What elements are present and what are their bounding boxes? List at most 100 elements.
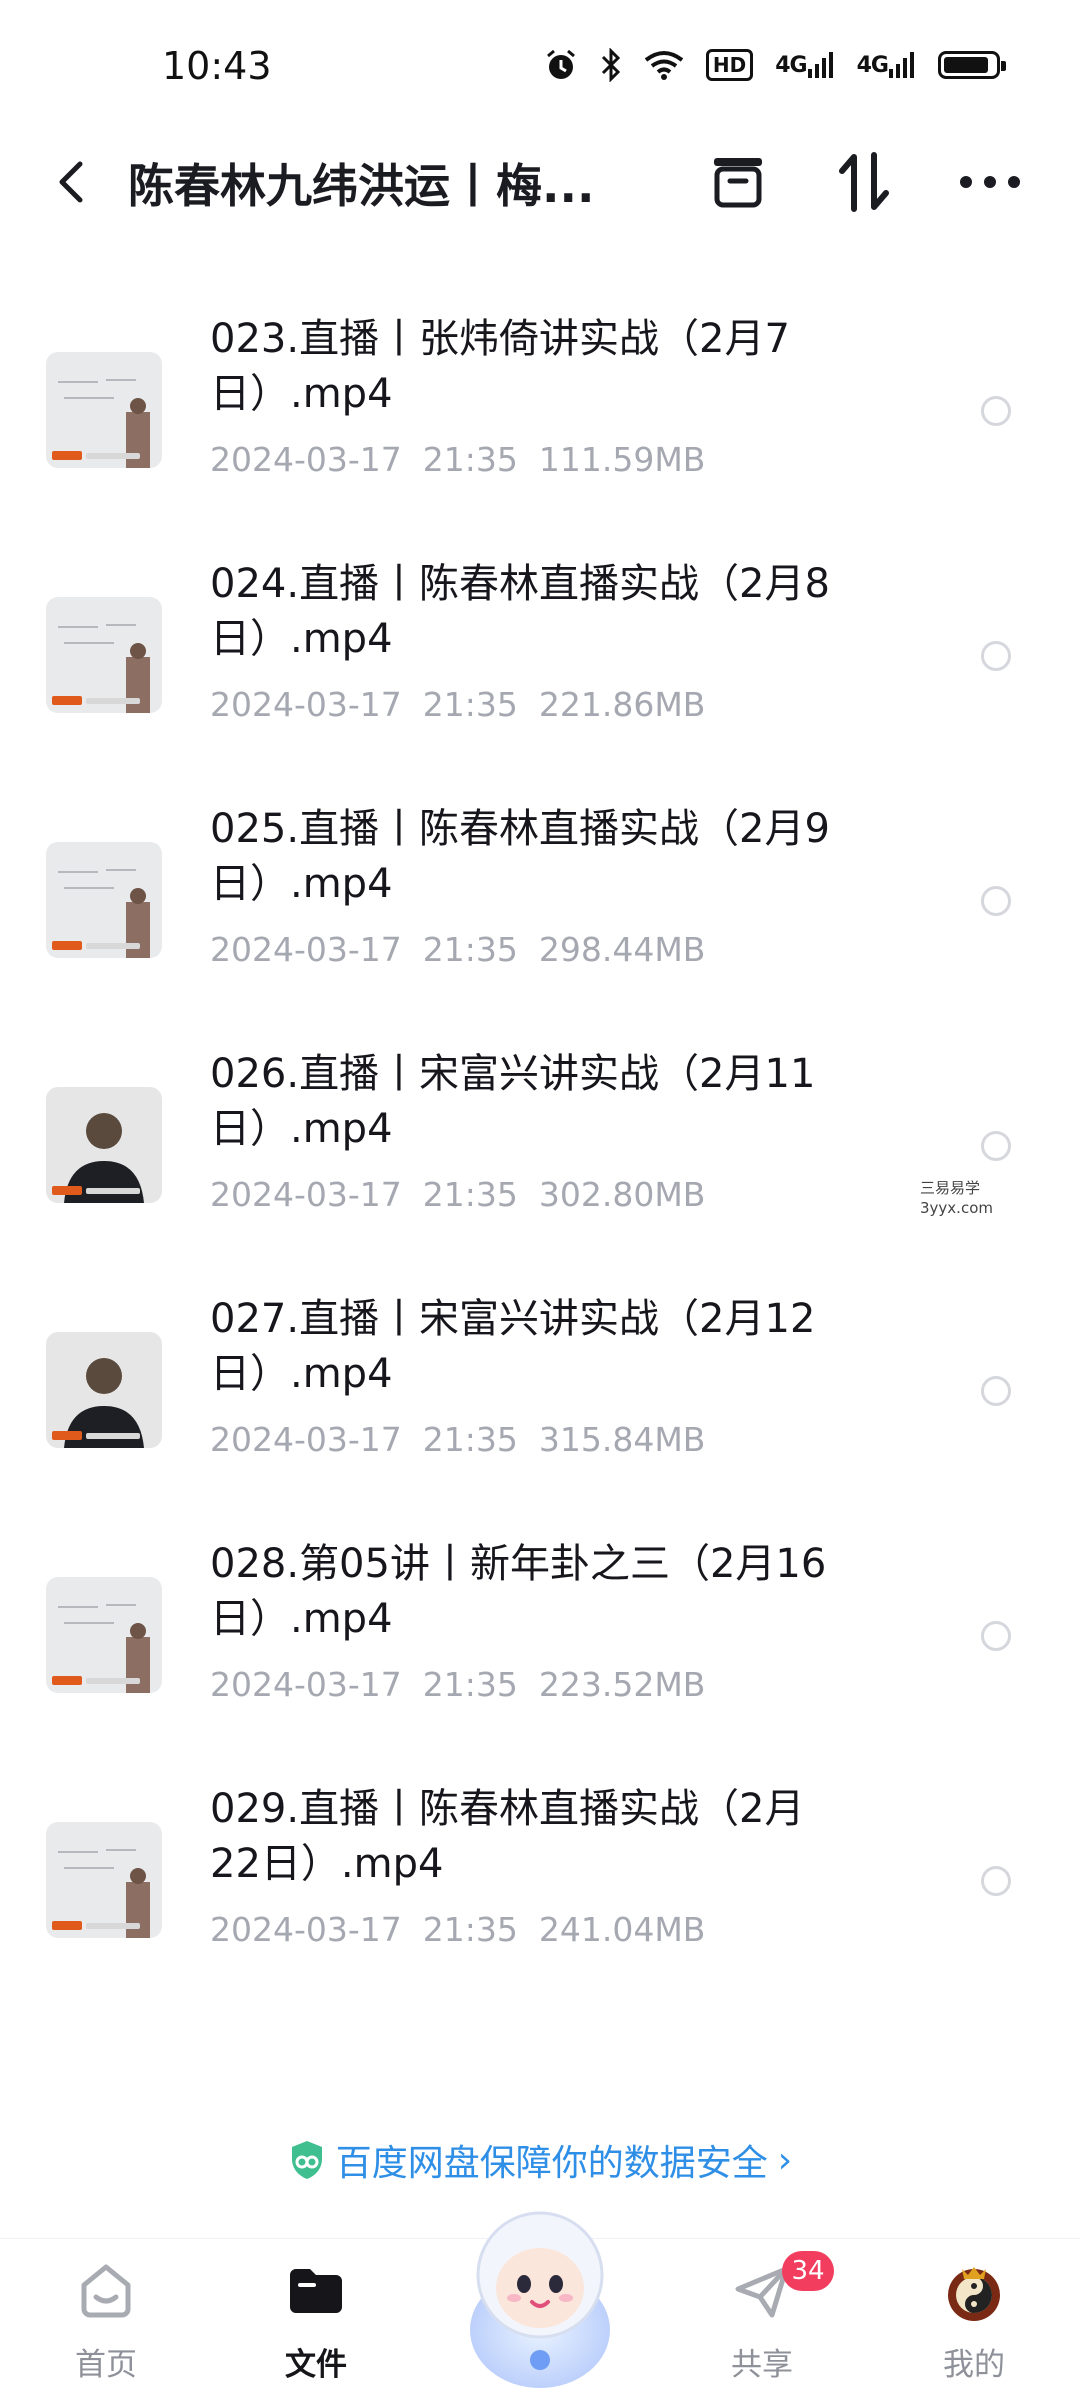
home-icon	[81, 2264, 131, 2318]
status-time: 10:43	[162, 44, 272, 88]
file-name: 025.直播丨陈春林直播实战（2月9日）.mp4	[210, 806, 830, 907]
thumbnail-caption-bar	[86, 1923, 140, 1929]
file-meta: 2024-03-17 21:35 315.84MB	[210, 1420, 705, 1459]
nav-home[interactable]: 首页	[26, 2239, 186, 2401]
thumbnail-caption-bar	[86, 698, 140, 704]
video-thumbnail	[46, 1332, 162, 1448]
file-size: 111.59MB	[538, 440, 706, 479]
thumbnail-caption-tag	[52, 1186, 82, 1195]
more-button[interactable]	[954, 146, 1026, 218]
file-meta: 2024-03-17 21:35 111.59MB	[210, 440, 705, 479]
file-date: 2024-03-17 21:35	[210, 930, 518, 969]
thumbnail-caption-tag	[52, 1921, 82, 1930]
chevron-left-icon	[59, 161, 83, 203]
archive-button[interactable]	[702, 146, 774, 218]
meta-gap	[518, 440, 539, 479]
select-radio[interactable]	[981, 1131, 1011, 1161]
thumbnail-caption-bar	[86, 453, 140, 459]
nav-share-label: 共享	[731, 2347, 793, 2383]
file-name: 024.直播丨陈春林直播实战（2月8日）.mp4	[210, 561, 830, 662]
file-size: 315.84MB	[538, 1420, 706, 1459]
thumbnail-caption-tag	[52, 1431, 82, 1440]
file-meta: 2024-03-17 21:35 223.52MB	[210, 1665, 705, 1704]
select-radio[interactable]	[981, 396, 1011, 426]
video-thumbnail	[46, 352, 162, 468]
file-meta: 2024-03-17 21:35 221.86MB	[210, 685, 705, 724]
video-thumbnail	[46, 842, 162, 958]
file-date: 2024-03-17 21:35	[210, 440, 518, 479]
watermark: 三易易学 3yyx.com	[920, 1178, 993, 1218]
battery-icon	[938, 51, 1006, 79]
file-row[interactable]: 023.直播丨张炜倚讲实战（2月7日）.mp4 2024-03-17 21:35 …	[0, 290, 1080, 535]
more-icon	[960, 176, 1020, 188]
status-icons: HD 4G 4G	[544, 48, 1006, 82]
file-row[interactable]: 026.直播丨宋富兴讲实战（2月11日）.mp4 2024-03-17 21:35…	[0, 1025, 1080, 1270]
file-row[interactable]: 027.直播丨宋富兴讲实战（2月12日）.mp4 2024-03-17 21:35…	[0, 1270, 1080, 1515]
archive-icon	[714, 158, 762, 208]
assistant-mascot-button[interactable]	[430, 2180, 650, 2400]
title-bar: 陈春林九纬洪运丨梅...	[0, 130, 1080, 230]
file-name: 028.第05讲丨新年卦之三（2月16日）.mp4	[210, 1541, 827, 1642]
file-row[interactable]: 025.直播丨陈春林直播实战（2月9日）.mp4 2024-03-17 21:35…	[0, 780, 1080, 1025]
sort-button[interactable]	[828, 146, 900, 218]
watermark-line1: 三易易学	[920, 1179, 981, 1197]
thumbnail-caption-tag	[52, 941, 82, 950]
file-date: 2024-03-17 21:35	[210, 1175, 518, 1214]
select-radio[interactable]	[981, 886, 1011, 916]
file-name: 029.直播丨陈春林直播实战（2月22日）.mp4	[210, 1786, 805, 1887]
meta-gap	[518, 1420, 539, 1459]
back-button[interactable]	[48, 154, 98, 210]
thumbnail-caption-bar	[86, 1678, 140, 1684]
meta-gap	[518, 1665, 539, 1704]
thumbnail-caption-tag	[52, 451, 82, 460]
video-thumbnail	[46, 1577, 162, 1693]
video-thumbnail	[46, 597, 162, 713]
file-size: 221.86MB	[538, 685, 706, 724]
thumbnail-caption-bar	[86, 1188, 140, 1194]
signal-icon: 4G	[775, 51, 834, 79]
chevron-right-icon: ›	[777, 2139, 793, 2181]
video-thumbnail	[46, 1087, 162, 1203]
hd-icon: HD	[705, 49, 754, 81]
file-date: 2024-03-17 21:35	[210, 1665, 518, 1704]
page-title: 陈春林九纬洪运丨梅...	[128, 159, 595, 213]
thumbnail-caption-bar	[86, 943, 140, 949]
file-size: 241.04MB	[538, 1910, 706, 1949]
file-size: 223.52MB	[538, 1665, 706, 1704]
share-badge: 34	[782, 2251, 834, 2291]
file-row[interactable]: 028.第05讲丨新年卦之三（2月16日）.mp4 2024-03-17 21:3…	[0, 1515, 1080, 1760]
sort-icon	[839, 152, 889, 212]
wifi-icon	[644, 50, 684, 80]
file-row[interactable]: 024.直播丨陈春林直播实战（2月8日）.mp4 2024-03-17 21:35…	[0, 535, 1080, 780]
select-radio[interactable]	[981, 641, 1011, 671]
nav-files[interactable]: 文件	[236, 2239, 396, 2401]
file-size: 302.80MB	[538, 1175, 706, 1214]
nav-mine-label: 我的	[943, 2347, 1005, 2383]
meta-gap	[518, 930, 539, 969]
thumbnail-caption-tag	[52, 1676, 82, 1685]
nav-mine[interactable]: 我的	[894, 2239, 1054, 2401]
bluetooth-icon	[600, 48, 622, 82]
signal-icon-2: 4G	[857, 51, 916, 79]
select-radio[interactable]	[981, 1866, 1011, 1896]
banner-text: 百度网盘保障你的数据安全	[335, 2143, 768, 2184]
video-thumbnail	[46, 1822, 162, 1938]
file-name: 026.直播丨宋富兴讲实战（2月11日）.mp4	[210, 1051, 816, 1152]
file-meta: 2024-03-17 21:35 298.44MB	[210, 930, 705, 969]
file-date: 2024-03-17 21:35	[210, 1420, 518, 1459]
file-name: 023.直播丨张炜倚讲实战（2月7日）.mp4	[210, 316, 790, 417]
status-bar: 10:43 HD 4G 4G	[0, 0, 1080, 130]
avatar	[948, 2267, 1000, 2321]
file-name: 027.直播丨宋富兴讲实战（2月12日）.mp4	[210, 1296, 816, 1397]
file-date: 2024-03-17 21:35	[210, 685, 518, 724]
file-row[interactable]: 029.直播丨陈春林直播实战（2月22日）.mp4 2024-03-17 21:3…	[0, 1760, 1080, 2005]
file-meta: 2024-03-17 21:35 302.80MB	[210, 1175, 705, 1214]
meta-gap	[518, 1175, 539, 1214]
select-radio[interactable]	[981, 1376, 1011, 1406]
select-radio[interactable]	[981, 1621, 1011, 1651]
folder-icon	[290, 2269, 342, 2313]
nav-share[interactable]: 34 共享	[682, 2239, 842, 2401]
meta-gap	[518, 1910, 539, 1949]
file-size: 298.44MB	[538, 930, 706, 969]
nav-home-label: 首页	[75, 2347, 137, 2383]
